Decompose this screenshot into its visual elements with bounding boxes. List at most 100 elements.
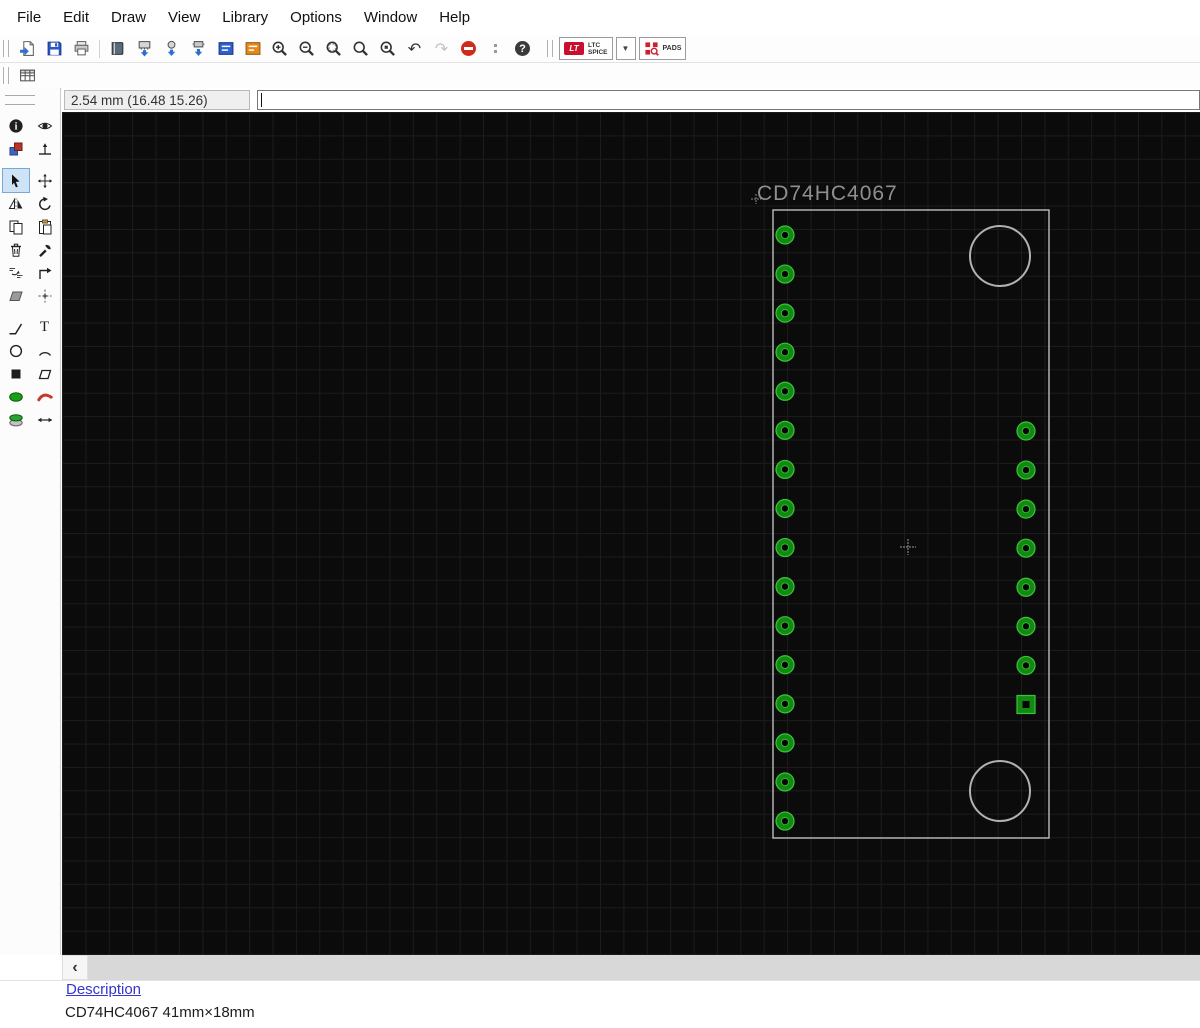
pad-icon	[8, 391, 23, 402]
circle-tool[interactable]	[3, 339, 29, 362]
application-window: File Edit Draw View Library Options Wind…	[0, 0, 1200, 1028]
wrench-icon	[38, 244, 51, 257]
import-footprint-button[interactable]	[159, 38, 184, 60]
zoom-all-icon	[353, 41, 368, 56]
description-link[interactable]: Description	[66, 981, 141, 998]
coordinate-input[interactable]	[257, 90, 1200, 110]
help-button[interactable]: ?	[510, 38, 535, 60]
menu-view[interactable]: View	[157, 0, 211, 35]
tool-palette: i T	[0, 88, 61, 955]
line-tool[interactable]	[3, 316, 29, 339]
datum-button[interactable]	[32, 137, 58, 160]
info-button[interactable]: i	[3, 114, 29, 137]
trash-icon	[10, 243, 21, 257]
layer-colors-button[interactable]	[3, 137, 29, 160]
library-button[interactable]	[105, 38, 130, 60]
rotate-tool[interactable]	[32, 192, 58, 215]
schematic-file-button[interactable]	[213, 38, 238, 60]
horizontal-scrollbar[interactable]	[88, 955, 1200, 980]
zoom-out-button[interactable]	[294, 38, 319, 60]
eye-icon	[37, 122, 52, 129]
toolbar-grip[interactable]	[3, 40, 9, 57]
zoom-previous-button[interactable]	[375, 38, 400, 60]
pcb-canvas[interactable]: CD74HC4067	[62, 112, 1200, 955]
print-button[interactable]	[69, 38, 94, 60]
zoom-previous-icon	[380, 41, 395, 56]
pads-icon	[644, 42, 659, 56]
main-toolbar: ↶ ↷ ? LT LTC SPICE ▼ PADS	[0, 35, 1200, 63]
layout-file-button[interactable]	[240, 38, 265, 60]
scroll-left-button[interactable]: ‹	[62, 955, 88, 980]
open-button[interactable]	[15, 38, 40, 60]
arc-tool[interactable]	[32, 339, 58, 362]
zoom-all-button[interactable]	[348, 38, 373, 60]
copy-icon	[9, 220, 22, 234]
move-tool[interactable]	[32, 169, 58, 192]
menu-library[interactable]: Library	[211, 0, 279, 35]
options-dots-button[interactable]	[483, 38, 508, 60]
redo-button[interactable]: ↷	[429, 38, 454, 60]
arc-icon	[38, 351, 51, 356]
plane-tool[interactable]	[3, 284, 29, 307]
scroll-row: ‹	[62, 955, 1200, 980]
save-button[interactable]	[42, 38, 67, 60]
move-icon	[37, 173, 52, 188]
grid-settings-button[interactable]	[15, 65, 40, 87]
grid-toolbar-grip[interactable]	[3, 67, 9, 84]
dots-icon	[494, 44, 497, 53]
renumber-tool[interactable]	[3, 261, 29, 284]
copy-tool[interactable]	[3, 215, 29, 238]
zoom-in-button[interactable]	[267, 38, 292, 60]
svg-text:i: i	[14, 121, 17, 132]
toolbar-grip-2[interactable]	[547, 40, 553, 57]
menu-options[interactable]: Options	[279, 0, 353, 35]
import-module-button[interactable]	[186, 38, 211, 60]
redo-icon: ↷	[434, 40, 449, 58]
save-icon	[47, 41, 62, 56]
footprint-import-icon	[167, 40, 176, 56]
stack-tool[interactable]	[3, 408, 29, 431]
menu-window[interactable]: Window	[353, 0, 428, 35]
module-import-icon	[192, 41, 205, 56]
menu-edit[interactable]: Edit	[52, 0, 100, 35]
renumber-icon	[9, 267, 22, 278]
pad-tool[interactable]	[3, 385, 29, 408]
circle-icon	[9, 344, 22, 357]
plane-icon	[8, 291, 23, 301]
abort-button[interactable]	[456, 38, 481, 60]
open-icon	[20, 41, 34, 56]
grid-table-icon	[20, 69, 35, 82]
mirror-tool[interactable]	[3, 192, 29, 215]
corner-tool[interactable]	[32, 261, 58, 284]
undo-button[interactable]: ↶	[402, 38, 427, 60]
width-tool[interactable]	[32, 408, 58, 431]
export-dropdown-button[interactable]: ▼	[615, 37, 636, 60]
silk-tool[interactable]	[32, 385, 58, 408]
text-tool[interactable]: T	[32, 316, 58, 339]
origin-tool[interactable]	[32, 284, 58, 307]
ltspice-export-button[interactable]: LT LTC SPICE	[559, 37, 613, 60]
scrollbar-thumb[interactable]	[88, 955, 1200, 980]
menu-draw[interactable]: Draw	[100, 0, 157, 35]
status-row: 2.54 mm (16.48 15.26)	[62, 88, 1200, 112]
print-icon	[74, 41, 89, 56]
menu-help[interactable]: Help	[428, 0, 481, 35]
import-part-button[interactable]	[132, 38, 157, 60]
menu-file[interactable]: File	[6, 0, 52, 35]
mirror-icon	[8, 197, 22, 210]
delete-tool[interactable]	[3, 238, 29, 261]
visibility-button[interactable]	[32, 114, 58, 137]
paste-tool[interactable]	[32, 215, 58, 238]
pads-export-button[interactable]: PADS	[638, 37, 687, 60]
palette-grip[interactable]	[5, 95, 35, 105]
zoom-out-icon	[299, 41, 314, 56]
origin-cross-icon	[38, 289, 51, 302]
filled-rect-tool[interactable]	[3, 362, 29, 385]
polygon-tool[interactable]	[32, 362, 58, 385]
zoom-window-button[interactable]	[321, 38, 346, 60]
select-arrow-icon	[11, 174, 19, 187]
footprint-description: CD74HC4067 41mm×18mm	[65, 1004, 255, 1021]
menubar: File Edit Draw View Library Options Wind…	[0, 0, 1200, 35]
properties-tool[interactable]	[32, 238, 58, 261]
select-tool[interactable]	[1, 168, 30, 193]
